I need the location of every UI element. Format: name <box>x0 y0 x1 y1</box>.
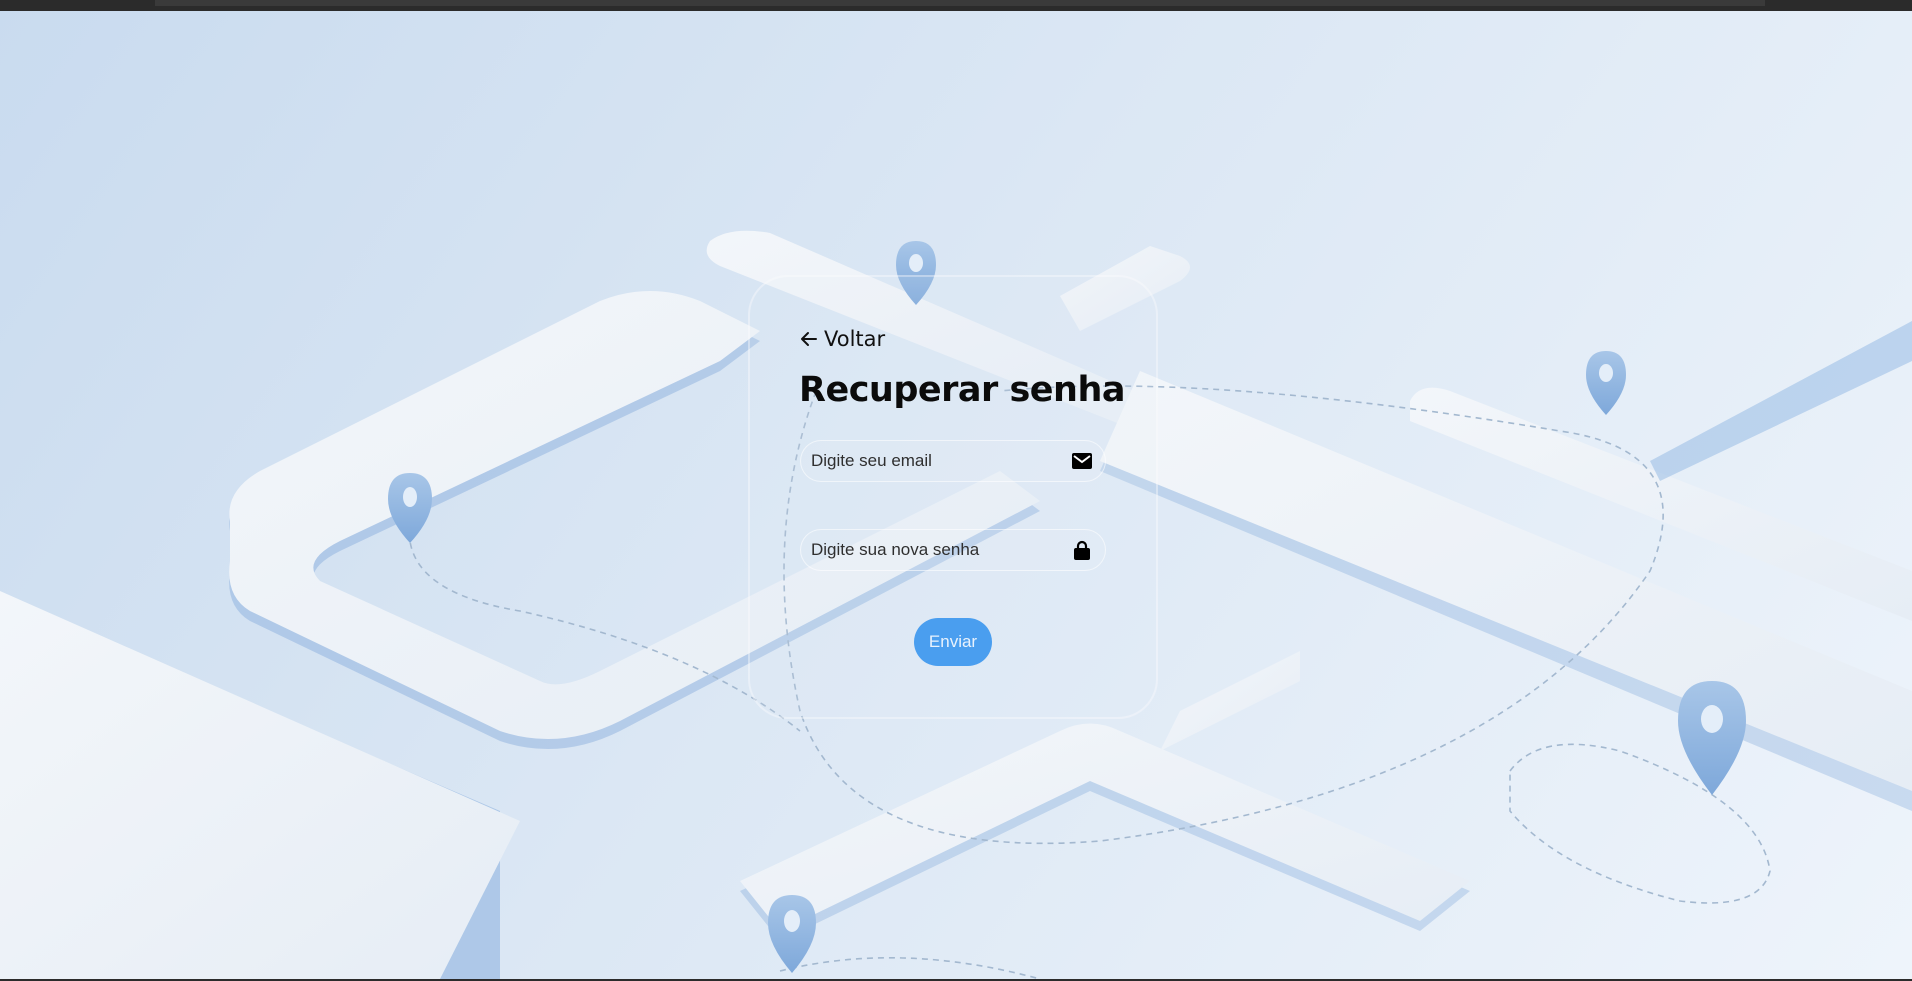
envelope-icon <box>1071 450 1093 472</box>
arrow-left-icon <box>801 332 817 346</box>
browser-tab-strip <box>155 0 1765 6</box>
new-password-field[interactable] <box>811 530 1051 570</box>
lock-icon <box>1071 539 1093 561</box>
map-pin-icon <box>768 895 816 973</box>
submit-button[interactable]: Enviar <box>914 618 992 666</box>
back-label: Voltar <box>824 327 886 351</box>
back-link[interactable]: Voltar <box>800 327 885 351</box>
page-title: Recuperar senha <box>799 370 1126 410</box>
map-pin-icon <box>1586 351 1626 415</box>
email-field-wrapper <box>800 440 1106 482</box>
map-pin-icon <box>388 473 432 543</box>
email-field[interactable] <box>811 441 1051 481</box>
new-password-field-wrapper <box>800 529 1106 571</box>
map-pin-icon <box>1678 681 1746 795</box>
browser-top-bar <box>0 0 1912 11</box>
